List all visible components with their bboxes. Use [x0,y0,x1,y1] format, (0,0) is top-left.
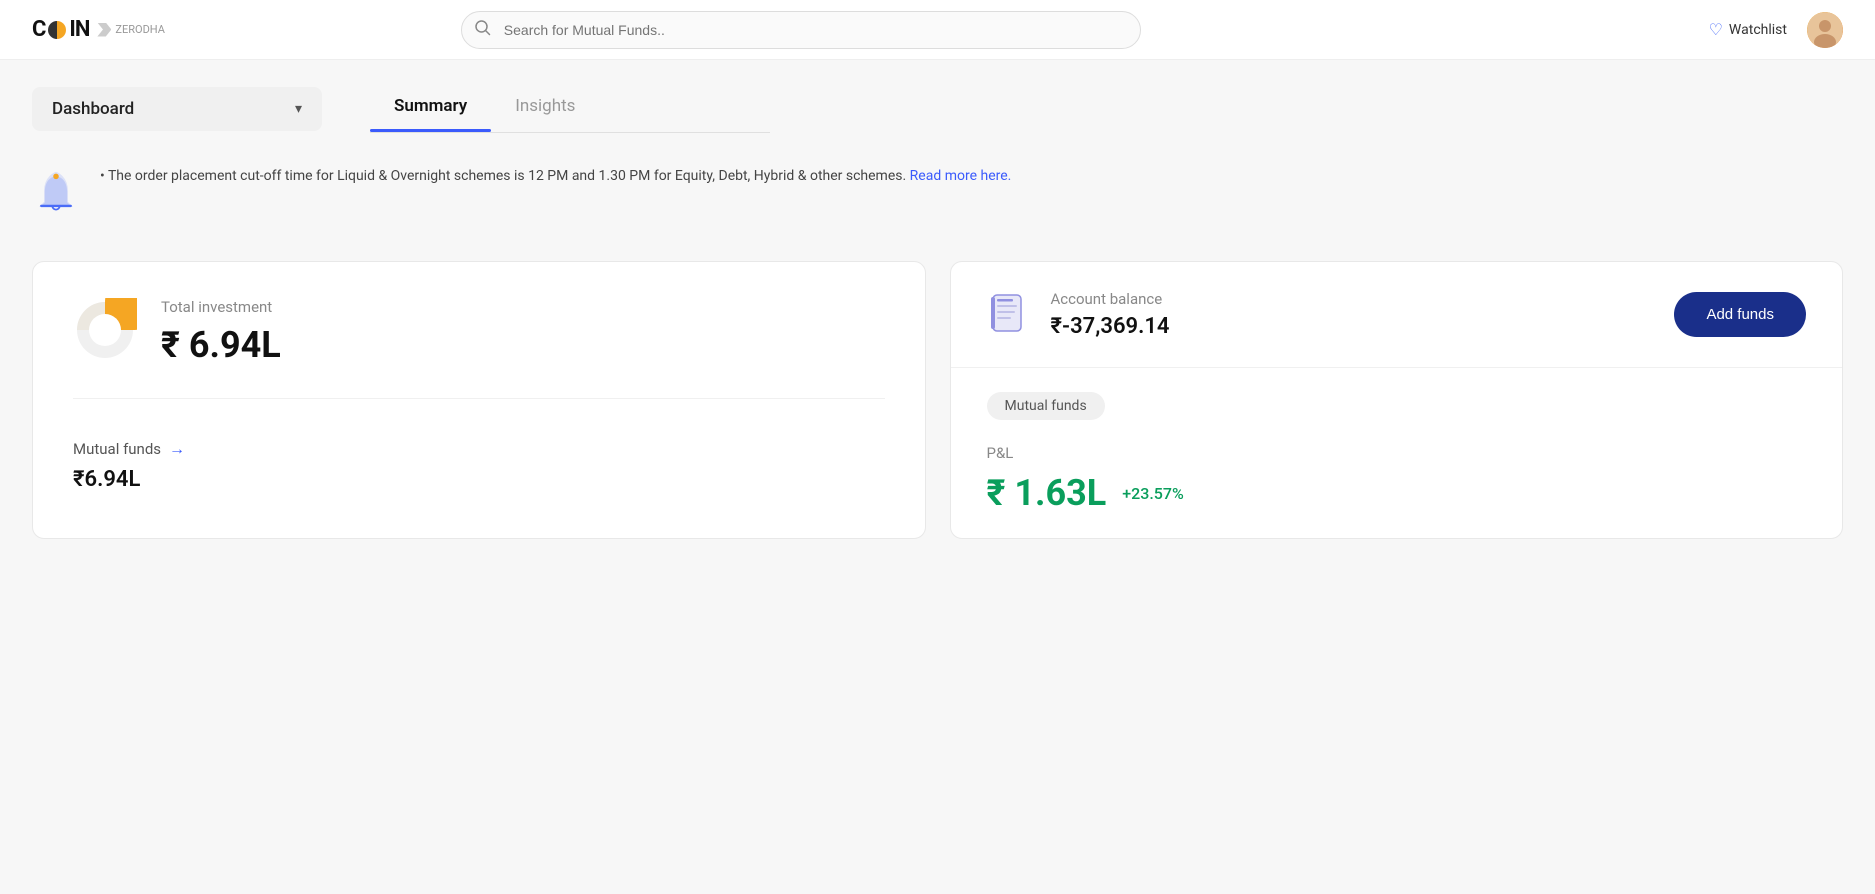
bell-icon [32,169,80,221]
zerodha-icon [97,23,111,37]
nav-row: Dashboard ▾ Summary Insights [32,84,1843,133]
mutual-funds-pnl-section: Mutual funds P&L ₹ 1.63L +23.57% [951,368,1843,538]
notification-text: • The order placement cut-off time for L… [100,165,1011,187]
account-balance-section: Account balance ₹-37,369.14 Add funds [951,262,1843,368]
coin-logo: CIN [32,17,89,42]
total-investment-card: Total investment ₹ 6.94L Mutual funds → … [32,261,926,539]
tabs: Summary Insights [370,84,770,128]
mutual-funds-badge: Mutual funds [987,392,1105,420]
arrow-right-icon[interactable]: → [169,439,185,459]
watchlist-button[interactable]: ♡ Watchlist [1709,20,1787,39]
account-card: Account balance ₹-37,369.14 Add funds Mu… [950,261,1844,539]
total-investment-section: Total investment ₹ 6.94L [73,298,885,399]
read-more-link[interactable]: Read more here. [910,168,1012,184]
pie-chart-icon [73,298,137,366]
zerodha-logo: ZERODHA [97,23,165,37]
tab-insights[interactable]: Insights [491,84,599,128]
pnl-value-row: ₹ 1.63L +23.57% [987,472,1807,514]
mutual-funds-section: Mutual funds → ₹6.94L [73,415,885,492]
book-icon [987,291,1031,339]
search-icon [475,20,491,40]
search-input[interactable] [461,11,1141,49]
notification-banner: • The order placement cut-off time for L… [32,157,1843,229]
tabs-underline [370,132,770,133]
chevron-down-icon: ▾ [295,101,302,117]
main-content: Dashboard ▾ Summary Insights [0,60,1875,563]
coin-o-icon [48,21,66,39]
header-right: ♡ Watchlist [1709,12,1843,48]
cards-row: Total investment ₹ 6.94L Mutual funds → … [32,261,1843,539]
search-bar [461,11,1141,49]
tab-summary[interactable]: Summary [370,84,491,128]
account-balance-left: Account balance ₹-37,369.14 [987,290,1170,339]
account-balance-info: Account balance ₹-37,369.14 [1051,290,1170,339]
header: CIN ZERODHA ♡ Watchlist [0,0,1875,60]
add-funds-button[interactable]: Add funds [1674,292,1806,337]
heart-icon: ♡ [1709,20,1723,39]
dashboard-dropdown[interactable]: Dashboard ▾ [32,87,322,131]
avatar[interactable] [1807,12,1843,48]
total-investment-info: Total investment ₹ 6.94L [161,298,281,366]
logo-area: CIN ZERODHA [32,17,165,42]
